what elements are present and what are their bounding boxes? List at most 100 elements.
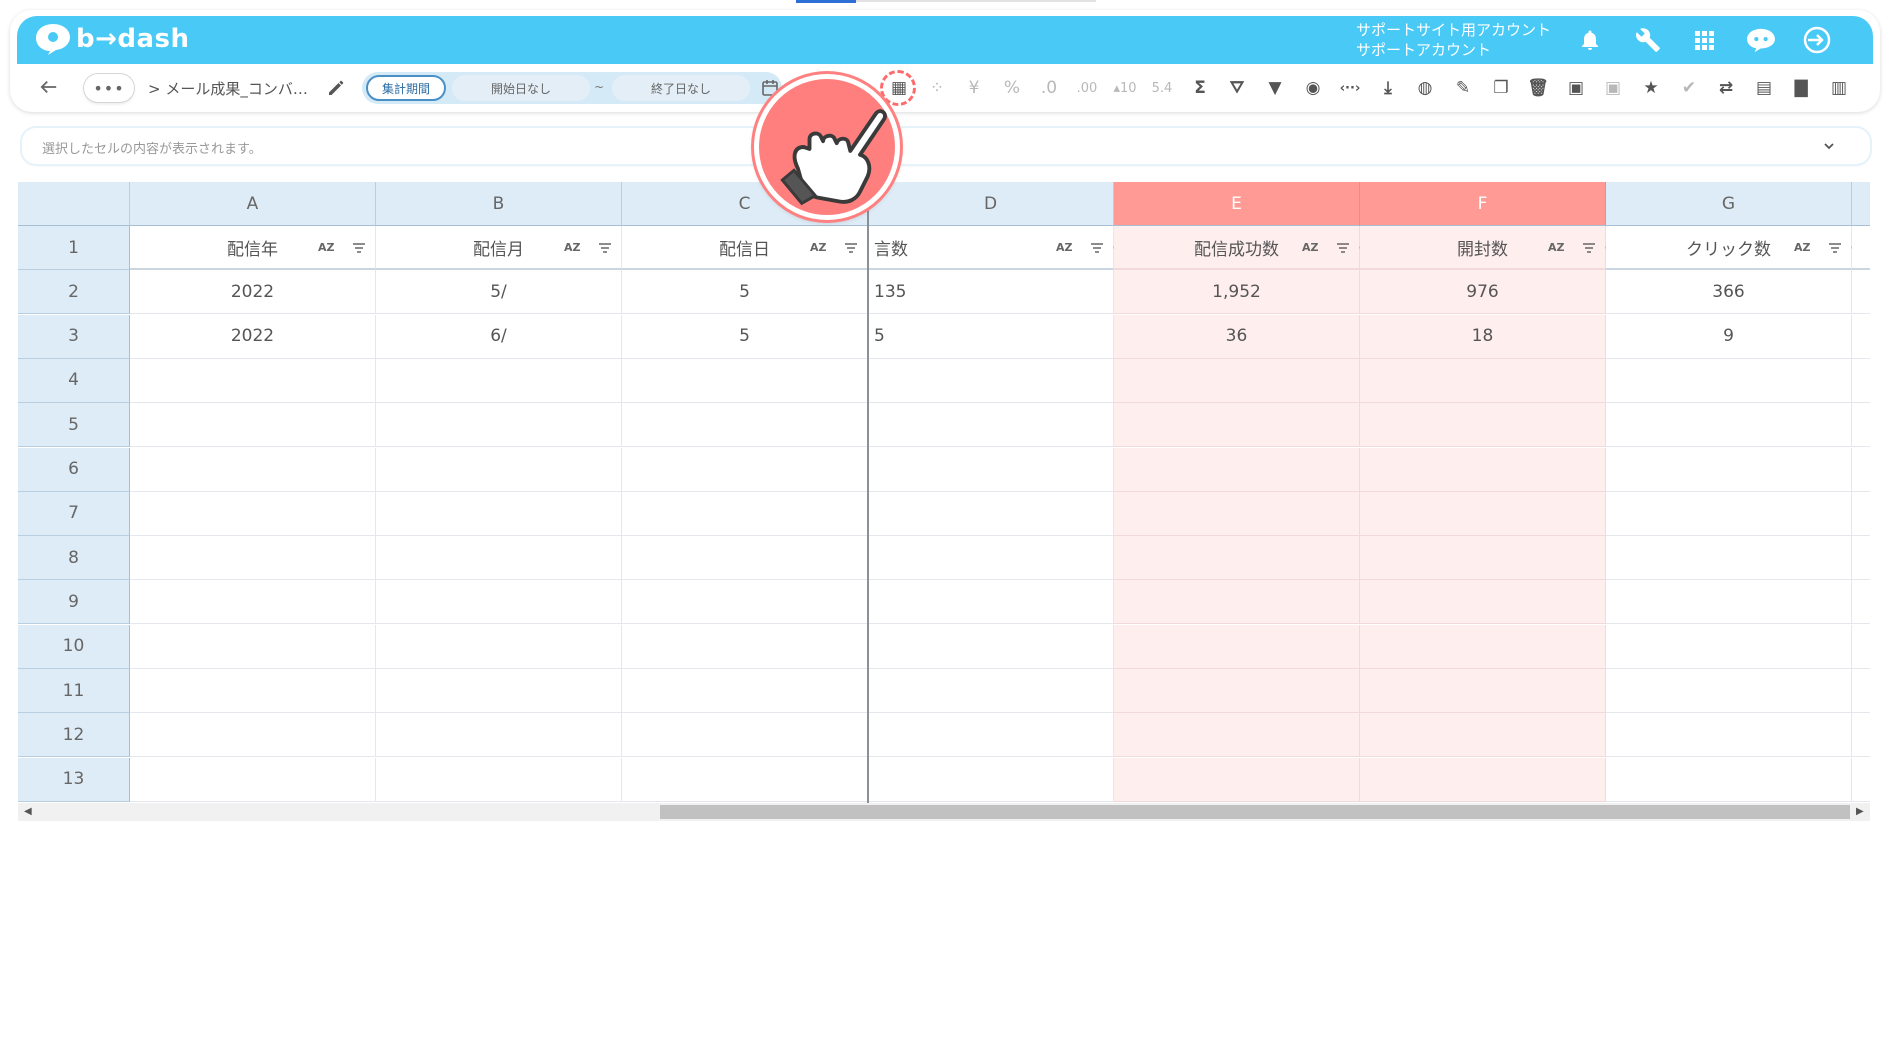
filter-list-icon[interactable]: ⛛ xyxy=(1224,76,1250,100)
column-header-e[interactable]: E xyxy=(1114,182,1360,226)
column-header-b[interactable]: B xyxy=(376,182,622,226)
grid-cell[interactable] xyxy=(1360,580,1606,625)
grid-cell[interactable] xyxy=(1114,447,1360,492)
clipboard-icon[interactable]: ▥ xyxy=(1826,76,1852,100)
grid-cell[interactable]: 366 xyxy=(1606,270,1852,315)
column-header-d[interactable]: D xyxy=(868,182,1114,226)
grid-cell[interactable] xyxy=(376,491,622,536)
grid-cell[interactable] xyxy=(1852,713,1870,758)
grid-cell[interactable] xyxy=(130,713,376,758)
grid-cell[interactable]: 366 xyxy=(1852,270,1870,315)
row-header[interactable]: 11 xyxy=(18,669,130,713)
grid-cell[interactable] xyxy=(1606,447,1852,492)
grid-cell[interactable] xyxy=(868,447,1114,492)
grid-cell[interactable] xyxy=(868,757,1114,802)
grid-cell[interactable] xyxy=(622,491,868,536)
field-name-cell[interactable]: クリック数 AZ xyxy=(1606,226,1866,270)
grid-cell[interactable] xyxy=(376,669,622,713)
bell-icon[interactable] xyxy=(1576,26,1604,54)
grid-cell[interactable] xyxy=(622,580,868,625)
row-header[interactable]: 2 xyxy=(18,270,130,315)
end-date-field[interactable]: 終了日なし xyxy=(612,75,750,101)
grid-cell[interactable] xyxy=(1114,580,1360,625)
grid-cell[interactable] xyxy=(622,757,868,802)
decrease-decimal-icon[interactable]: .0 xyxy=(1036,76,1062,100)
grid-cell[interactable] xyxy=(1606,403,1852,448)
period-label-button[interactable]: 集計期間 xyxy=(366,75,446,101)
grid-cell[interactable] xyxy=(1606,624,1852,669)
column-header-f[interactable]: F xyxy=(1360,182,1606,226)
scroll-left-arrow-icon[interactable]: ◀ xyxy=(24,806,32,817)
grid-cell[interactable] xyxy=(130,403,376,448)
freeze-pane-divider[interactable] xyxy=(867,182,869,804)
grid-cell[interactable]: 135 xyxy=(868,270,1114,315)
row-header[interactable]: 9 xyxy=(18,580,130,625)
grid-cell[interactable]: 5/ xyxy=(376,270,622,315)
column-filter-icon[interactable] xyxy=(1336,241,1350,255)
document-icon[interactable]: ▇ xyxy=(1788,76,1814,100)
round-number-icon[interactable]: 5.4 xyxy=(1149,76,1175,100)
sum-icon[interactable]: Σ xyxy=(1187,76,1213,100)
grid-cell[interactable] xyxy=(1114,358,1360,403)
grid-cell[interactable]: 6/ xyxy=(376,314,622,359)
row-header[interactable]: 3 xyxy=(18,314,130,359)
grid-cell[interactable] xyxy=(1606,358,1852,403)
row-header[interactable]: 5 xyxy=(18,403,130,448)
grid-cell[interactable] xyxy=(1852,358,1870,403)
archive-icon[interactable]: ▣ xyxy=(1563,76,1589,100)
star-icon[interactable]: ★ xyxy=(1638,76,1664,100)
grid-cell[interactable] xyxy=(1852,580,1870,625)
column-filter-icon[interactable] xyxy=(1828,241,1842,255)
grid-cell[interactable] xyxy=(1852,669,1870,713)
grid-cell[interactable] xyxy=(376,713,622,758)
unarchive-icon[interactable]: ▣ xyxy=(1600,76,1626,100)
grid-cell[interactable] xyxy=(130,624,376,669)
sort-az-icon[interactable]: AZ xyxy=(1302,241,1319,254)
column-header-h[interactable]: H xyxy=(1852,182,1870,226)
grid-cell[interactable] xyxy=(868,624,1114,669)
delete-icon[interactable]: 🗑 xyxy=(1525,76,1551,100)
number-format-icon[interactable]: ▴10 xyxy=(1112,76,1138,100)
field-name-cell[interactable]: CV数_AZ xyxy=(1852,226,1870,270)
grid-cell[interactable] xyxy=(622,358,868,403)
pencil-edit-icon[interactable] xyxy=(326,78,346,102)
grid-cell[interactable] xyxy=(376,580,622,625)
loading-icon[interactable]: ⁘ xyxy=(924,76,950,100)
grid-cell[interactable] xyxy=(1852,447,1870,492)
grid-cell[interactable] xyxy=(1114,403,1360,448)
row-header[interactable]: 12 xyxy=(18,713,130,758)
grid-cell[interactable] xyxy=(622,624,868,669)
back-arrow-icon[interactable] xyxy=(38,78,62,98)
column-filter-icon[interactable] xyxy=(598,241,612,255)
bdash-logo[interactable]: b→dash xyxy=(34,22,190,56)
calendar-icon[interactable]: ▤ xyxy=(1751,76,1777,100)
sort-az-icon[interactable]: AZ xyxy=(1794,241,1811,254)
field-name-cell[interactable]: 配信日 AZ xyxy=(622,226,868,270)
grid-cell[interactable] xyxy=(1606,536,1852,581)
user-check-icon[interactable]: ✔ xyxy=(1676,76,1702,100)
grid-cell[interactable] xyxy=(376,757,622,802)
grid-cell[interactable]: 5 xyxy=(868,314,1114,359)
logout-icon[interactable] xyxy=(1800,26,1834,54)
grid-cell[interactable] xyxy=(130,580,376,625)
grid-cell[interactable] xyxy=(1360,358,1606,403)
grid-cell[interactable] xyxy=(1360,624,1606,669)
grid-cell[interactable] xyxy=(130,669,376,713)
grid-cell[interactable] xyxy=(1852,624,1870,669)
grid-cell[interactable] xyxy=(130,491,376,536)
grid-cell[interactable] xyxy=(376,358,622,403)
grid-cell[interactable] xyxy=(622,713,868,758)
grid-cell[interactable] xyxy=(1360,403,1606,448)
account-info[interactable]: サポートサイト用アカウント サポートアカウント xyxy=(1356,20,1551,60)
field-name-cell[interactable]: 配信成功数 AZ xyxy=(1114,226,1374,270)
column-filter-icon[interactable] xyxy=(844,241,858,255)
grid-cell[interactable] xyxy=(868,358,1114,403)
row-header[interactable]: 1 xyxy=(18,226,130,270)
scroll-right-arrow-icon[interactable]: ▶ xyxy=(1856,806,1864,817)
grid-cell[interactable] xyxy=(1606,757,1852,802)
grid-cell[interactable] xyxy=(130,536,376,581)
grid-cell[interactable] xyxy=(1114,713,1360,758)
grid-cell[interactable] xyxy=(868,580,1114,625)
column-filter-icon[interactable] xyxy=(352,241,366,255)
grid-cell[interactable] xyxy=(622,536,868,581)
